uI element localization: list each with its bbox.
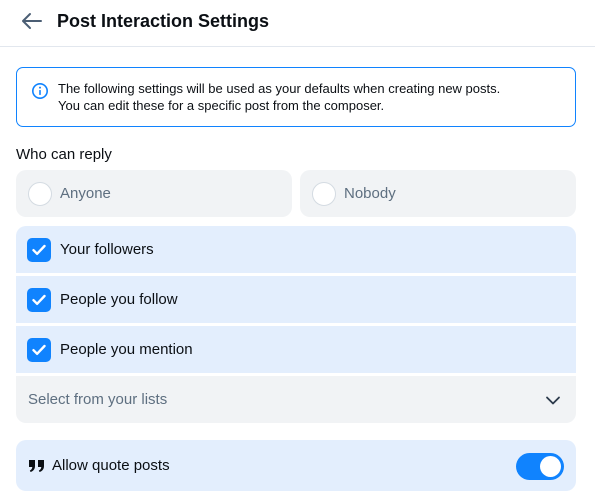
reply-option-label: Anyone <box>60 185 111 202</box>
checkbox-checked[interactable] <box>27 337 51 362</box>
checkbox-checked[interactable] <box>27 287 51 312</box>
quote-posts-label: Allow quote posts <box>52 457 170 474</box>
checkmark-icon <box>32 344 46 355</box>
reply-option-nobody[interactable]: Nobody <box>300 170 576 217</box>
quote-icon <box>28 457 46 475</box>
check-label: People you mention <box>60 341 193 358</box>
info-line-2: You can edit these for a specific post f… <box>58 98 385 113</box>
lists-select-dropdown[interactable]: Select from your lists <box>16 376 576 423</box>
check-label: Your followers <box>60 241 154 258</box>
page-title: Post Interaction Settings <box>57 11 270 31</box>
checkbox-checked[interactable] <box>27 237 51 262</box>
checkmark-icon <box>32 294 46 305</box>
quote-posts-setting: Allow quote posts <box>16 440 576 491</box>
toggle-knob <box>540 456 561 477</box>
radio-button[interactable] <box>312 181 336 206</box>
radio-button[interactable] <box>28 181 52 206</box>
lists-select-label: Select from your lists <box>28 391 168 408</box>
reply-check-mentioned[interactable]: People you mention <box>16 326 576 373</box>
reply-check-followers[interactable]: Your followers <box>16 226 576 273</box>
back-button[interactable] <box>19 9 45 33</box>
info-notice: The following settings will be used as y… <box>16 67 576 127</box>
reply-option-label: Nobody <box>344 185 396 202</box>
checkmark-icon <box>32 244 46 255</box>
header: Post Interaction Settings <box>0 0 595 47</box>
quote-posts-toggle[interactable] <box>516 453 564 480</box>
chevron-down-icon <box>546 396 560 404</box>
info-line-1: The following settings will be used as y… <box>58 81 501 96</box>
who-can-reply-label: Who can reply <box>16 146 112 163</box>
reply-check-following[interactable]: People you follow <box>16 276 576 323</box>
reply-option-anyone[interactable]: Anyone <box>16 170 292 217</box>
arrow-left-icon <box>22 13 42 29</box>
info-text: The following settings will be used as y… <box>58 80 568 114</box>
info-circle-icon <box>32 83 48 99</box>
check-label: People you follow <box>60 291 178 308</box>
